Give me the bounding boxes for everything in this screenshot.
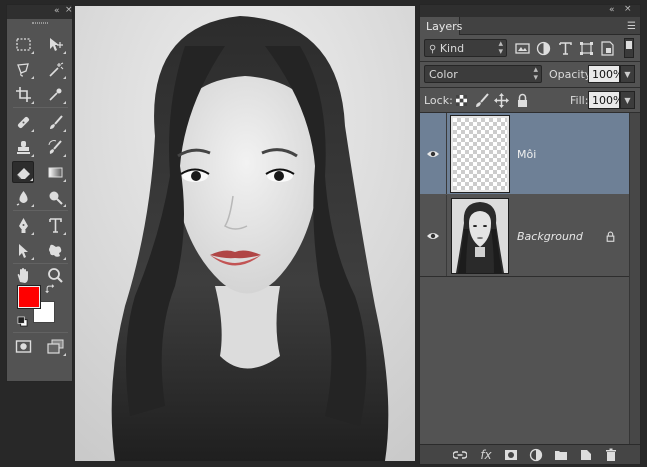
layer-row-background[interactable]: Background bbox=[420, 195, 629, 276]
tab-layers[interactable]: Layers bbox=[420, 17, 462, 35]
screen-mode-icon[interactable] bbox=[44, 335, 66, 357]
new-layer-icon[interactable] bbox=[578, 447, 594, 463]
crop-tool-icon[interactable] bbox=[12, 83, 34, 105]
layer-thumbnail[interactable] bbox=[451, 198, 509, 274]
gradient-tool-icon[interactable] bbox=[44, 161, 66, 183]
stepper-arrows-icon: ▴ ▾ bbox=[533, 65, 538, 83]
lock-image-pixels-icon[interactable] bbox=[473, 92, 489, 108]
move-tool-icon[interactable] bbox=[44, 33, 66, 55]
panel-menu-icon[interactable]: ☰ bbox=[627, 21, 636, 32]
filter-shape-layers-icon[interactable] bbox=[578, 40, 594, 56]
blend-mode-dropdown[interactable]: Color ▴ ▾ bbox=[424, 65, 542, 83]
filter-smart-objects-icon[interactable] bbox=[599, 40, 615, 56]
panel-tab-bar: Layers ☰ bbox=[420, 17, 640, 35]
layers-scrollbar[interactable] bbox=[629, 113, 640, 445]
panel-grip[interactable] bbox=[7, 19, 72, 27]
eraser-tool-icon[interactable] bbox=[12, 161, 34, 183]
layer-thumbnail[interactable] bbox=[450, 115, 510, 193]
new-adjustment-layer-icon[interactable] bbox=[528, 447, 544, 463]
document-canvas[interactable] bbox=[75, 6, 415, 461]
layer-visibility-eye-icon[interactable] bbox=[420, 113, 447, 194]
layer-lock-icon bbox=[602, 228, 618, 244]
eyedropper-tool-icon[interactable] bbox=[44, 83, 66, 105]
blur-tool-icon[interactable] bbox=[12, 186, 34, 208]
delete-layer-trash-icon[interactable] bbox=[603, 447, 619, 463]
filter-kind-dropdown[interactable]: ⚲ Kind ▴ ▾ bbox=[424, 39, 507, 57]
layer-style-fx-icon[interactable]: fx bbox=[478, 447, 494, 463]
swap-colors-icon[interactable] bbox=[44, 283, 58, 297]
opacity-dropdown-icon[interactable]: ▼ bbox=[620, 65, 635, 83]
clone-stamp-tool-icon[interactable] bbox=[12, 136, 34, 158]
brush-tool-icon[interactable] bbox=[44, 111, 66, 133]
foreground-color-swatch[interactable] bbox=[17, 285, 41, 309]
hand-tool-icon[interactable] bbox=[12, 264, 34, 286]
layers-panel: « × Layers ☰ ⚲ Kind ▴ ▾ Color ▴ ▾ Opacity:… bbox=[419, 4, 641, 465]
collapse-icon[interactable]: « bbox=[54, 6, 60, 16]
filter-kind-label: Kind bbox=[439, 42, 465, 55]
layers-panel-footer: fx bbox=[420, 444, 640, 464]
filter-pixel-layers-icon[interactable] bbox=[514, 40, 530, 56]
opacity-input[interactable]: 100% bbox=[588, 65, 623, 83]
default-colors-icon[interactable] bbox=[16, 315, 28, 327]
fill-dropdown-icon[interactable]: ▼ bbox=[620, 91, 635, 109]
lock-transparent-pixels-icon[interactable] bbox=[453, 92, 469, 108]
lock-label: Lock: bbox=[424, 94, 453, 107]
fill-label: Fill: bbox=[570, 94, 589, 107]
rectangular-marquee-tool-icon[interactable] bbox=[12, 33, 34, 55]
healing-brush-tool-icon[interactable] bbox=[12, 111, 34, 133]
lock-all-icon[interactable] bbox=[514, 92, 530, 108]
lock-position-icon[interactable] bbox=[493, 92, 509, 108]
add-layer-mask-icon[interactable] bbox=[503, 447, 519, 463]
link-layers-icon[interactable] bbox=[452, 447, 468, 463]
quick-mask-icon[interactable] bbox=[12, 335, 34, 357]
blend-mode-value: Color bbox=[429, 68, 458, 81]
tools-panel-header: « × bbox=[7, 5, 73, 19]
history-brush-tool-icon[interactable] bbox=[44, 136, 66, 158]
stepper-arrows-icon: ▴ ▾ bbox=[498, 39, 503, 57]
filter-type-layers-icon[interactable] bbox=[557, 40, 573, 56]
new-group-folder-icon[interactable] bbox=[553, 447, 569, 463]
type-tool-icon[interactable] bbox=[44, 214, 66, 236]
fill-input[interactable]: 100% bbox=[588, 91, 623, 109]
layers-panel-header: « × bbox=[420, 4, 640, 17]
tools-panel: « × bbox=[6, 4, 73, 382]
layer-row-moi[interactable]: Môi bbox=[420, 113, 629, 194]
pen-tool-icon[interactable] bbox=[12, 214, 34, 236]
close-icon[interactable]: × bbox=[65, 5, 73, 15]
custom-shape-tool-icon[interactable] bbox=[44, 239, 66, 261]
close-icon[interactable]: × bbox=[624, 4, 632, 14]
layer-name[interactable]: Môi bbox=[517, 148, 536, 161]
layer-name[interactable]: Background bbox=[517, 230, 583, 243]
magic-wand-tool-icon[interactable] bbox=[44, 58, 66, 80]
dodge-tool-icon[interactable] bbox=[44, 186, 66, 208]
filter-adjustment-layers-icon[interactable] bbox=[535, 40, 551, 56]
path-selection-tool-icon[interactable] bbox=[12, 239, 34, 261]
portrait-photo bbox=[75, 6, 415, 461]
collapse-icon[interactable]: « bbox=[609, 5, 615, 15]
lasso-tool-icon[interactable] bbox=[12, 58, 34, 80]
layer-visibility-eye-icon[interactable] bbox=[420, 195, 447, 276]
search-icon: ⚲ bbox=[429, 44, 437, 55]
filter-toggle-switch[interactable] bbox=[624, 38, 634, 58]
